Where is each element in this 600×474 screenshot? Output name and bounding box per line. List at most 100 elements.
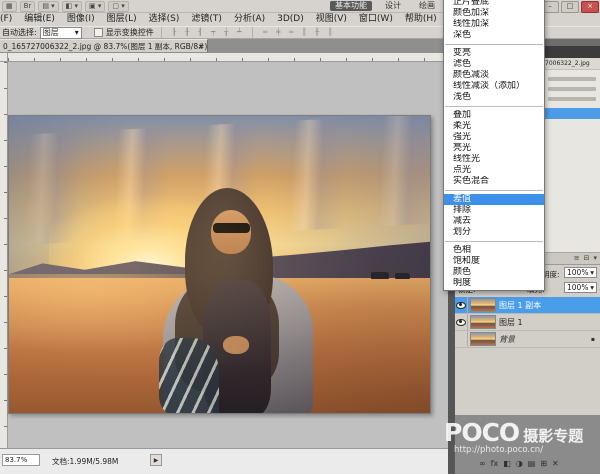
blend-mode-option[interactable]: 颜色 xyxy=(444,267,544,278)
app-bar-icon[interactable]: Br xyxy=(20,1,36,12)
status-menu-button[interactable]: ▶ xyxy=(150,454,162,466)
workspace-button[interactable]: 绘画 xyxy=(414,1,440,11)
blend-mode-option[interactable] xyxy=(445,241,543,242)
blend-mode-option[interactable]: 饱和度 xyxy=(444,256,544,267)
blend-mode-option[interactable] xyxy=(445,190,543,191)
distribute-icon[interactable]: ║ xyxy=(325,27,336,38)
zoom-level-field[interactable]: 83.7% xyxy=(2,454,40,466)
app-bar-icon[interactable]: ▤ ▾ xyxy=(38,1,58,12)
blend-mode-option[interactable]: 排除 xyxy=(444,205,544,216)
show-transform-label: 显示变换控件 xyxy=(106,27,154,38)
menu-item[interactable]: 窗口(W) xyxy=(353,13,399,26)
layers-footer-icon[interactable]: ▤ xyxy=(528,459,536,469)
layers-footer-icon[interactable]: ◧ xyxy=(503,459,511,469)
layer-thumbnail[interactable] xyxy=(470,315,496,329)
blend-mode-option[interactable]: 划分 xyxy=(444,227,544,238)
fill-field[interactable]: 100% ▾ xyxy=(564,282,597,293)
blend-mode-option[interactable]: 亮光 xyxy=(444,143,544,154)
align-icon[interactable]: ╂ xyxy=(182,27,193,38)
side-panel-file-name[interactable]: 7006322_2.jpg xyxy=(545,58,600,70)
layers-footer-icon[interactable]: fx xyxy=(491,459,499,469)
menu-item[interactable]: 编辑(E) xyxy=(18,13,61,26)
distribute-icon[interactable]: ╪ xyxy=(273,27,284,38)
side-panel-tab[interactable] xyxy=(545,46,600,58)
panel-selected-row[interactable] xyxy=(545,108,600,119)
panel-footer-icon[interactable]: ⊟ xyxy=(584,253,590,264)
visibility-toggle[interactable] xyxy=(455,331,468,347)
blend-mode-option[interactable]: 深色 xyxy=(444,30,544,41)
auto-select-dropdown[interactable]: 图层 ▾ xyxy=(40,27,82,39)
blend-mode-option[interactable]: 差值 xyxy=(444,194,544,205)
blend-mode-option[interactable]: 颜色加深 xyxy=(444,8,544,19)
canvas-area[interactable] xyxy=(8,62,448,448)
restore-button[interactable]: □ xyxy=(561,1,579,13)
blend-mode-option[interactable]: 颜色减淡 xyxy=(444,70,544,81)
workspace-button[interactable]: 设计 xyxy=(380,1,406,11)
distribute-icon[interactable]: ═ xyxy=(260,27,271,38)
blend-mode-option[interactable]: 实色混合 xyxy=(444,176,544,187)
layers-footer-icon[interactable]: ◑ xyxy=(516,459,523,469)
layer-row[interactable]: 图层 1 xyxy=(455,314,600,331)
panel-footer-icon[interactable]: ▾ xyxy=(593,253,597,264)
opacity-field[interactable]: 100% ▾ xyxy=(564,267,597,278)
blend-mode-option[interactable]: 强光 xyxy=(444,132,544,143)
blend-mode-option[interactable]: 柔光 xyxy=(444,121,544,132)
blend-mode-option[interactable] xyxy=(445,44,543,45)
layers-footer-icon[interactable]: ∞ xyxy=(479,459,486,469)
layers-footer-icon[interactable]: ✕ xyxy=(552,459,559,469)
layer-thumbnail[interactable] xyxy=(470,332,496,346)
menu-item[interactable]: 滤镜(T) xyxy=(185,13,228,26)
menu-item[interactable]: 视图(V) xyxy=(310,13,353,26)
menu-item[interactable]: 帮助(H) xyxy=(399,13,443,26)
align-icon[interactable]: ╁ xyxy=(221,27,232,38)
visibility-toggle[interactable] xyxy=(455,314,468,330)
align-icon[interactable]: ┯ xyxy=(208,27,219,38)
menu-item[interactable]: 选择(S) xyxy=(143,13,186,26)
blend-mode-option[interactable]: 线性减淡（添加） xyxy=(444,81,544,92)
align-icon[interactable]: ┨ xyxy=(195,27,206,38)
blend-mode-option[interactable]: 明度 xyxy=(444,278,544,289)
blend-mode-option[interactable]: 减去 xyxy=(444,216,544,227)
distribute-icon[interactable]: ║ xyxy=(299,27,310,38)
blend-mode-option[interactable]: 滤色 xyxy=(444,59,544,70)
panel-footer-icon[interactable]: ≡ xyxy=(574,253,580,264)
distribute-icon[interactable]: ╫ xyxy=(312,27,323,38)
blend-mode-option[interactable]: 线性加深 xyxy=(444,19,544,30)
app-bar-icon[interactable]: ▢ ▾ xyxy=(108,1,128,12)
blend-mode-option[interactable]: 色相 xyxy=(444,245,544,256)
workspace-button[interactable]: 基本功能 xyxy=(330,1,372,11)
document-tab[interactable]: × 0_165727006322_2.jpg @ 83.7%(图层 1 副本, … xyxy=(0,39,208,52)
align-icon[interactable]: ┷ xyxy=(234,27,245,38)
visibility-toggle[interactable] xyxy=(455,297,468,313)
panel-row[interactable] xyxy=(548,97,596,101)
menu-item[interactable]: 文件(F) xyxy=(0,13,18,26)
blend-mode-option[interactable]: 点光 xyxy=(444,165,544,176)
layer-row[interactable]: 背景 ▪ xyxy=(455,331,600,348)
align-icon[interactable]: ┠ xyxy=(169,27,180,38)
layer-thumbnail[interactable] xyxy=(470,298,496,312)
blend-mode-option[interactable]: 叠加 xyxy=(444,110,544,121)
horizontal-ruler: 12345678910111213141516 xyxy=(8,53,448,62)
menu-item[interactable]: 图像(I) xyxy=(61,13,101,26)
menu-item[interactable]: 图层(L) xyxy=(101,13,143,26)
blend-mode-option[interactable]: 正片叠底 xyxy=(444,0,544,8)
layer-row[interactable]: 图层 1 副本 xyxy=(455,297,600,314)
menu-item[interactable]: 3D(D) xyxy=(271,13,310,26)
app-bar-icon[interactable]: ▣ ▾ xyxy=(85,1,105,12)
distribute-icon[interactable]: ═ xyxy=(286,27,297,38)
panel-row[interactable] xyxy=(548,87,596,91)
blend-mode-option[interactable] xyxy=(445,106,543,107)
layers-footer-icon[interactable]: ⊞ xyxy=(540,459,547,469)
blend-mode-option[interactable]: 线性光 xyxy=(444,154,544,165)
chevron-down-icon: ▾ xyxy=(75,28,79,37)
app-bar-icon[interactable]: ◧ ▾ xyxy=(62,1,82,12)
close-button[interactable]: × xyxy=(581,1,599,13)
blend-mode-option[interactable]: 浅色 xyxy=(444,92,544,103)
photo-document[interactable] xyxy=(8,115,431,414)
menu-item[interactable]: 分析(A) xyxy=(228,13,271,26)
site-watermark: POCO 摄影专题 http://photo.poco.cn/ xyxy=(444,420,600,455)
app-bar-icon[interactable]: ▦ xyxy=(2,1,17,12)
blend-mode-option[interactable]: 变亮 xyxy=(444,48,544,59)
panel-row[interactable] xyxy=(548,77,596,81)
show-transform-checkbox[interactable] xyxy=(94,28,103,37)
